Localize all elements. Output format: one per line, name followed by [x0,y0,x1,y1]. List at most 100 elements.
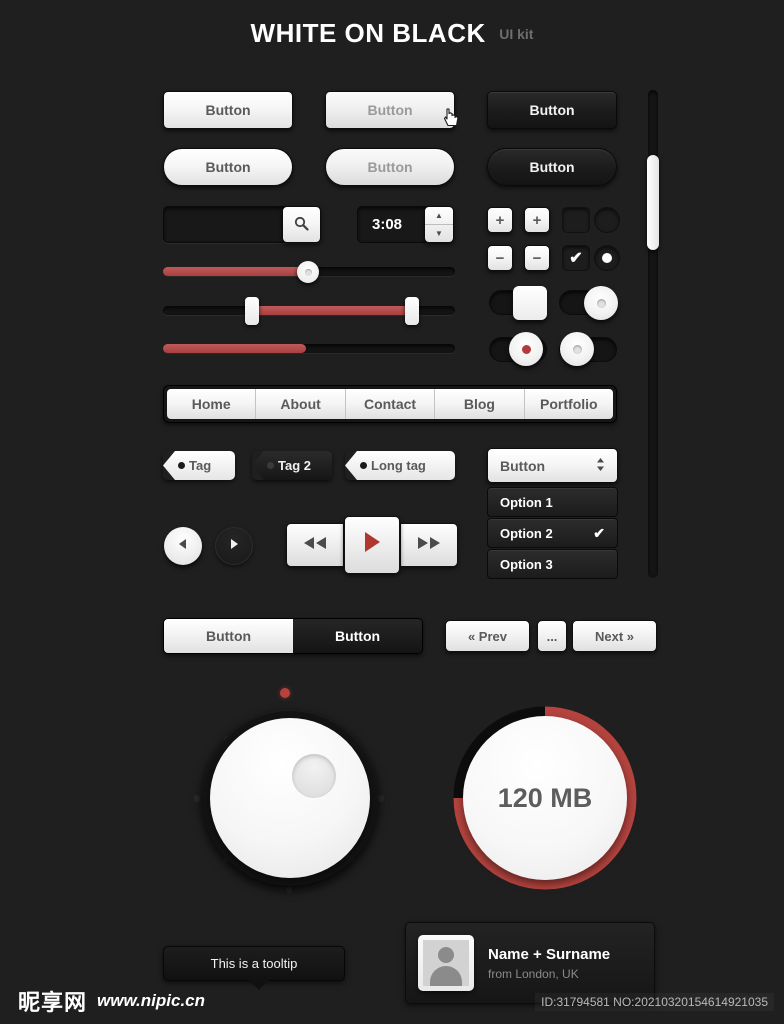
avatar [418,935,474,991]
plus-button-2[interactable]: + [524,207,550,233]
knob-indicator-led [280,688,290,698]
knob-tick-dot [194,795,200,801]
nav-item-blog[interactable]: Blog [435,389,525,419]
knob-tick-dot [286,886,292,892]
range-slider-handle-right[interactable] [405,297,419,325]
triangle-left-icon [178,537,188,555]
tag-hole-icon [360,462,367,469]
tag-label: Long tag [371,458,426,473]
image-id-text: ID:31794581 NO:20210320154614921035 [535,993,774,1011]
pagination-ellipsis-button[interactable]: ... [537,620,567,652]
checkbox-unchecked[interactable] [562,207,590,233]
knob-grip [292,754,336,798]
dropdown-option-3[interactable]: Option 3 [487,549,618,579]
triangle-up-icon[interactable]: ▲ [425,207,453,225]
profile-name: Name + Surname [488,945,611,963]
forward-button[interactable] [400,523,458,567]
knob-tick-dot [378,795,384,801]
single-slider-handle[interactable] [297,261,319,283]
search-box[interactable] [163,206,321,243]
button-label: Button [529,159,575,175]
next-circle-button[interactable] [215,527,253,565]
button-label: Button [367,102,413,118]
tag-light-1[interactable]: Tag [163,451,235,480]
checkbox-checked[interactable]: ✔ [562,245,590,271]
toggle-round-knob-off[interactable] [560,332,594,366]
knob-face[interactable] [210,718,370,878]
meter-value-label: 120 MB [497,782,593,813]
segment-left[interactable]: Button [164,619,293,653]
nav-item-contact[interactable]: Contact [345,389,436,419]
triangle-right-icon [229,537,239,555]
tooltip-text: This is a tooltip [210,956,298,971]
watermark-logo: 昵享网 [18,991,88,1016]
minus-label: − [532,249,542,267]
tooltip-arrow-icon [249,980,269,990]
check-icon: ✔ [569,250,583,267]
spinner-value: 3:08 [372,216,403,233]
spinner-arrows[interactable]: ▲ ▼ [424,206,454,243]
minus-button-1[interactable]: − [487,245,513,271]
button-label: Button [205,102,251,118]
button-rect-normal[interactable]: Button [163,91,293,129]
check-icon: ✔ [593,524,605,541]
vertical-scrollbar-thumb[interactable] [647,155,659,250]
minus-button-2[interactable]: − [524,245,550,271]
rotary-knob[interactable] [194,688,384,896]
range-slider-fill [250,306,415,315]
button-rect-dark[interactable]: Button [487,91,617,129]
range-slider-handle-left[interactable] [245,297,259,325]
tooltip: This is a tooltip [163,946,345,990]
plus-button-1[interactable]: + [487,207,513,233]
ui-kit-canvas: WHITE ON BLACK UI kit Button Button Butt… [0,0,784,1024]
nav-item-portfolio[interactable]: Portfolio [524,389,614,419]
button-pill-dark[interactable]: Button [487,148,617,186]
button-label: Button [367,159,413,175]
meter-disc: 120 MB [463,716,627,880]
triangle-down-icon[interactable]: ▼ [425,225,453,242]
tag-light-2[interactable]: Long tag [345,451,455,480]
profile-location: from London, UK [488,966,579,981]
plus-label: + [532,211,542,229]
toggle-round-knob-on[interactable] [584,286,618,320]
rewind-icon [302,536,328,554]
tag-label: Tag 2 [278,458,311,473]
search-input[interactable] [172,207,272,242]
tag-label: Tag [189,458,212,473]
toggle-square-knob[interactable] [513,286,547,320]
dropdown-toggle[interactable]: Button [487,448,618,483]
dropdown-option-1[interactable]: Option 1 [487,487,618,517]
tag-dark-1[interactable]: Tag 2 [252,451,332,480]
button-label: Button [529,102,575,118]
tag-hole-icon [267,462,274,469]
segmented-button-group: Button Button [163,618,423,654]
search-button[interactable] [282,206,321,243]
radio-unchecked[interactable] [594,207,620,233]
prev-circle-button[interactable] [164,527,202,565]
profile-card[interactable]: Name + Surname from London, UK [405,922,655,1004]
segment-right[interactable]: Button [293,619,422,653]
play-button[interactable] [344,516,400,574]
button-rect-hover[interactable]: Button [325,91,459,129]
button-pill-normal[interactable]: Button [163,148,293,186]
rewind-button[interactable] [286,523,344,567]
button-pill-hover[interactable]: Button [325,148,455,186]
button-label: Button [205,159,251,175]
time-spinner[interactable]: 3:08 ▲ ▼ [357,206,454,243]
radio-checked[interactable] [594,245,620,271]
search-icon [294,216,309,234]
dropdown-option-label: Option 2 [500,525,553,541]
tag-hole-icon [178,462,185,469]
avatar-placeholder-icon [423,940,469,986]
play-icon [362,531,382,559]
progress-bar-fill [163,344,307,353]
toggle-record-knob[interactable] [509,332,543,366]
dropdown-option-2[interactable]: Option 2 ✔ [487,518,618,548]
pagination-next-button[interactable]: Next » [572,620,657,652]
pagination-prev-button[interactable]: « Prev [445,620,530,652]
nav-item-home[interactable]: Home [167,389,257,419]
page-header: WHITE ON BLACK UI kit [0,18,784,49]
nav-item-about[interactable]: About [256,389,346,419]
forward-icon [416,536,442,554]
watermark-url: www.nipic.cn [97,991,206,1010]
